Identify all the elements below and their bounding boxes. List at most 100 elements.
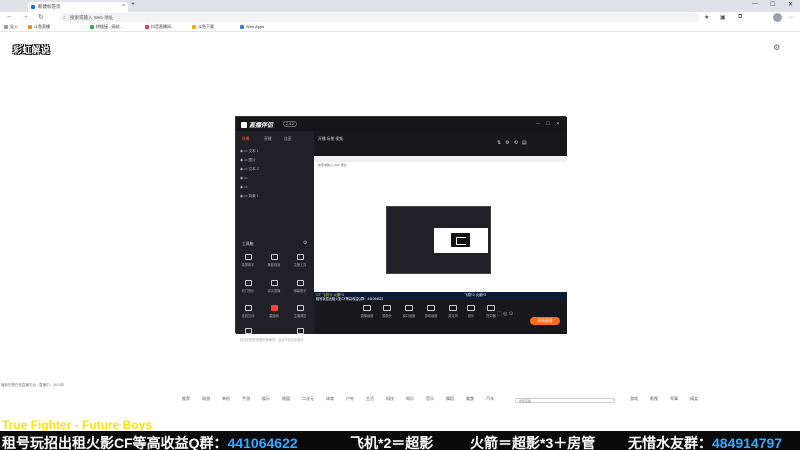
category-item[interactable]: 美食 [466, 396, 474, 402]
control-icon [363, 305, 371, 311]
profile-avatar[interactable] [773, 13, 782, 22]
address-bar[interactable]: ⌕ 搜索或输入 Web 地址 [60, 13, 700, 22]
close-window-button[interactable]: ✕ [788, 1, 793, 8]
app-left-tabs: 场景 直播 连麦 [236, 137, 314, 145]
category-item[interactable]: 户外 [346, 396, 354, 402]
control-button[interactable]: 摄像头 [376, 305, 398, 318]
category-item[interactable]: 舞蹈 [446, 396, 454, 402]
forward-button[interactable]: → [22, 13, 29, 20]
tool-item-highlighted[interactable]: 直播间 [264, 305, 284, 321]
address-placeholder: 搜索或输入 Web 地址 [70, 15, 114, 20]
category-item[interactable]: 军事 [670, 396, 678, 402]
optimization-warning: 检测到您的电脑配置偏低，建议开启优化模式 [240, 338, 304, 342]
category-item[interactable]: 科技 [386, 396, 394, 402]
app-left-panel: 场景 直播 连麦 ◉ ▭ 文本 1 ◉ ▭ 图片 ◉ ▭ 文本 2 ◉ ▭ ◉ … [236, 131, 314, 342]
category-item[interactable]: 体育 [326, 396, 334, 402]
category-item[interactable]: 二次元 [302, 396, 314, 402]
browser-tab[interactable]: 新建标签页 × [28, 2, 128, 12]
tab-close-icon[interactable]: × [122, 3, 125, 9]
app-minimize-button[interactable]: — [536, 121, 541, 126]
more-menu-icon[interactable]: ⋯ [788, 14, 794, 21]
tool-item[interactable]: 录屏助手 [238, 254, 258, 270]
minimize-button[interactable]: — [752, 1, 758, 7]
scene-item[interactable]: ◉ ▭ 文本 1 [240, 149, 259, 154]
bookmark-icon [28, 24, 32, 29]
category-item[interactable]: 影视 [650, 396, 658, 402]
category-item[interactable]: 推荐 [182, 396, 190, 402]
streamer-name-overlay: 彩虹解说 [13, 45, 50, 55]
main-top-tabs[interactable]: 开播 场景 视频 [318, 137, 343, 142]
start-live-button[interactable]: 开始直播 [530, 317, 560, 325]
category-item[interactable]: 手游 [242, 396, 250, 402]
browser-nav-bar: ← → ↻ ⌕ 搜索或输入 Web 地址 ★ ▣ ⧉ ⋯ [0, 12, 800, 23]
tool-item[interactable]: 连线互动 [238, 305, 258, 321]
control-icon [383, 305, 391, 311]
control-icon [467, 305, 475, 311]
tool-item[interactable]: 弹幕助手 [290, 280, 310, 296]
scene-item[interactable]: ◉ ▭ [240, 176, 248, 180]
extensions-icon[interactable]: ⧉ [738, 14, 742, 21]
bookmark-item[interactable]: 斗鱼下载 [192, 24, 214, 30]
category-item[interactable]: 颜值 [282, 396, 290, 402]
scene-item[interactable]: ◉ ▭ [240, 185, 248, 189]
banner-group-left: 租号玩招出租火影CF等高收益Q群：441064622 [2, 435, 298, 450]
category-item[interactable]: 娱乐 [262, 396, 270, 402]
tool-icon [296, 305, 304, 311]
bookmarks-bar: 导入 斗鱼直播 拼链接 - 网站... 抖音直播间... 斗鱼下载 Web Ap… [0, 23, 800, 32]
ticker-right: 飞机*2 火箭*3 [464, 293, 487, 297]
bookmark-item[interactable]: 斗鱼直播 [28, 24, 50, 30]
main-toolbar-icons[interactable]: ⇅⚙⟲▤ [497, 140, 531, 146]
category-item[interactable]: 搞笑 [690, 396, 698, 402]
favorite-star-icon[interactable]: ★ [704, 14, 709, 21]
scene-item[interactable]: ◉ ▭ 图片 [240, 158, 256, 163]
category-item[interactable]: 网游 [202, 396, 210, 402]
control-button[interactable]: 直播画面 [356, 305, 378, 318]
tool-item[interactable]: 热门音乐 [238, 280, 258, 296]
bookmark-item[interactable]: 拼链接 - 网站... [90, 24, 123, 30]
status-line: 播放的是在线直播平台 - 直播中：2024年 [1, 383, 65, 387]
tab-scenes[interactable]: 场景 [242, 137, 250, 142]
tool-icon [244, 280, 252, 286]
category-item[interactable]: 音乐 [426, 396, 434, 402]
category-item[interactable]: 汽车 [486, 396, 494, 402]
bookmark-item[interactable]: Web Apps [240, 24, 264, 29]
control-button[interactable]: 音乐 [460, 305, 482, 318]
tool-icon [296, 328, 304, 334]
app-maximize-button[interactable]: ☐ [546, 121, 550, 127]
toolbox-settings-icon[interactable]: ⚙ [303, 240, 307, 246]
back-button[interactable]: ← [6, 13, 13, 20]
control-button[interactable]: 窗口画面 [398, 305, 420, 318]
scene-item[interactable]: ◉ ▭ 背景 1 [240, 194, 259, 199]
tool-item[interactable]: 高清直播 [264, 280, 284, 296]
tool-icon [244, 305, 252, 311]
control-button[interactable]: 游戏画面 [420, 305, 442, 318]
bookmark-item[interactable]: 导入 [4, 24, 18, 30]
category-item[interactable]: 单机 [222, 396, 230, 402]
control-icon [487, 305, 495, 311]
tool-item[interactable]: 主播课堂 [290, 305, 310, 321]
scene-item[interactable]: ◉ ▭ 文本 2 [240, 167, 259, 172]
maximize-button[interactable]: ☐ [770, 1, 775, 8]
category-item[interactable]: 生活 [366, 396, 374, 402]
category-item[interactable]: 知识 [406, 396, 414, 402]
tool-icon [296, 254, 304, 260]
search-icon: ⌕ [63, 15, 66, 20]
tool-item[interactable]: 美颜特效 [264, 254, 284, 270]
banner-group-right: 无惜水友群：484914797 [628, 435, 783, 450]
tab-live[interactable]: 直播 [264, 137, 272, 142]
page-settings-gear-icon[interactable]: ⚙ [773, 43, 780, 52]
collections-icon[interactable]: ▣ [720, 14, 726, 21]
tab-link[interactable]: 连麦 [284, 137, 292, 142]
tool-item[interactable]: 主播工具 [290, 254, 310, 270]
bookmark-item[interactable]: 抖音直播间... [145, 24, 174, 30]
control-icon [405, 305, 413, 311]
refresh-button[interactable]: ↻ [38, 13, 44, 21]
category-item[interactable]: 游戏 [630, 396, 638, 402]
category-search-input[interactable]: 搜索直播 [515, 398, 615, 403]
banner-gift-2: 火箭＝超影*3＋房管 [470, 435, 596, 450]
app-close-button[interactable]: ✕ [556, 121, 560, 127]
now-playing-scroller: True Fighter - Future Boys [2, 418, 153, 432]
new-tab-button[interactable]: + [131, 1, 135, 8]
control-extra-icons[interactable]: ⬚ ◎ ⊙ [497, 311, 513, 317]
app-title-bar: 直播伴侣 2.4.2 — ☐ ✕ [236, 117, 567, 131]
